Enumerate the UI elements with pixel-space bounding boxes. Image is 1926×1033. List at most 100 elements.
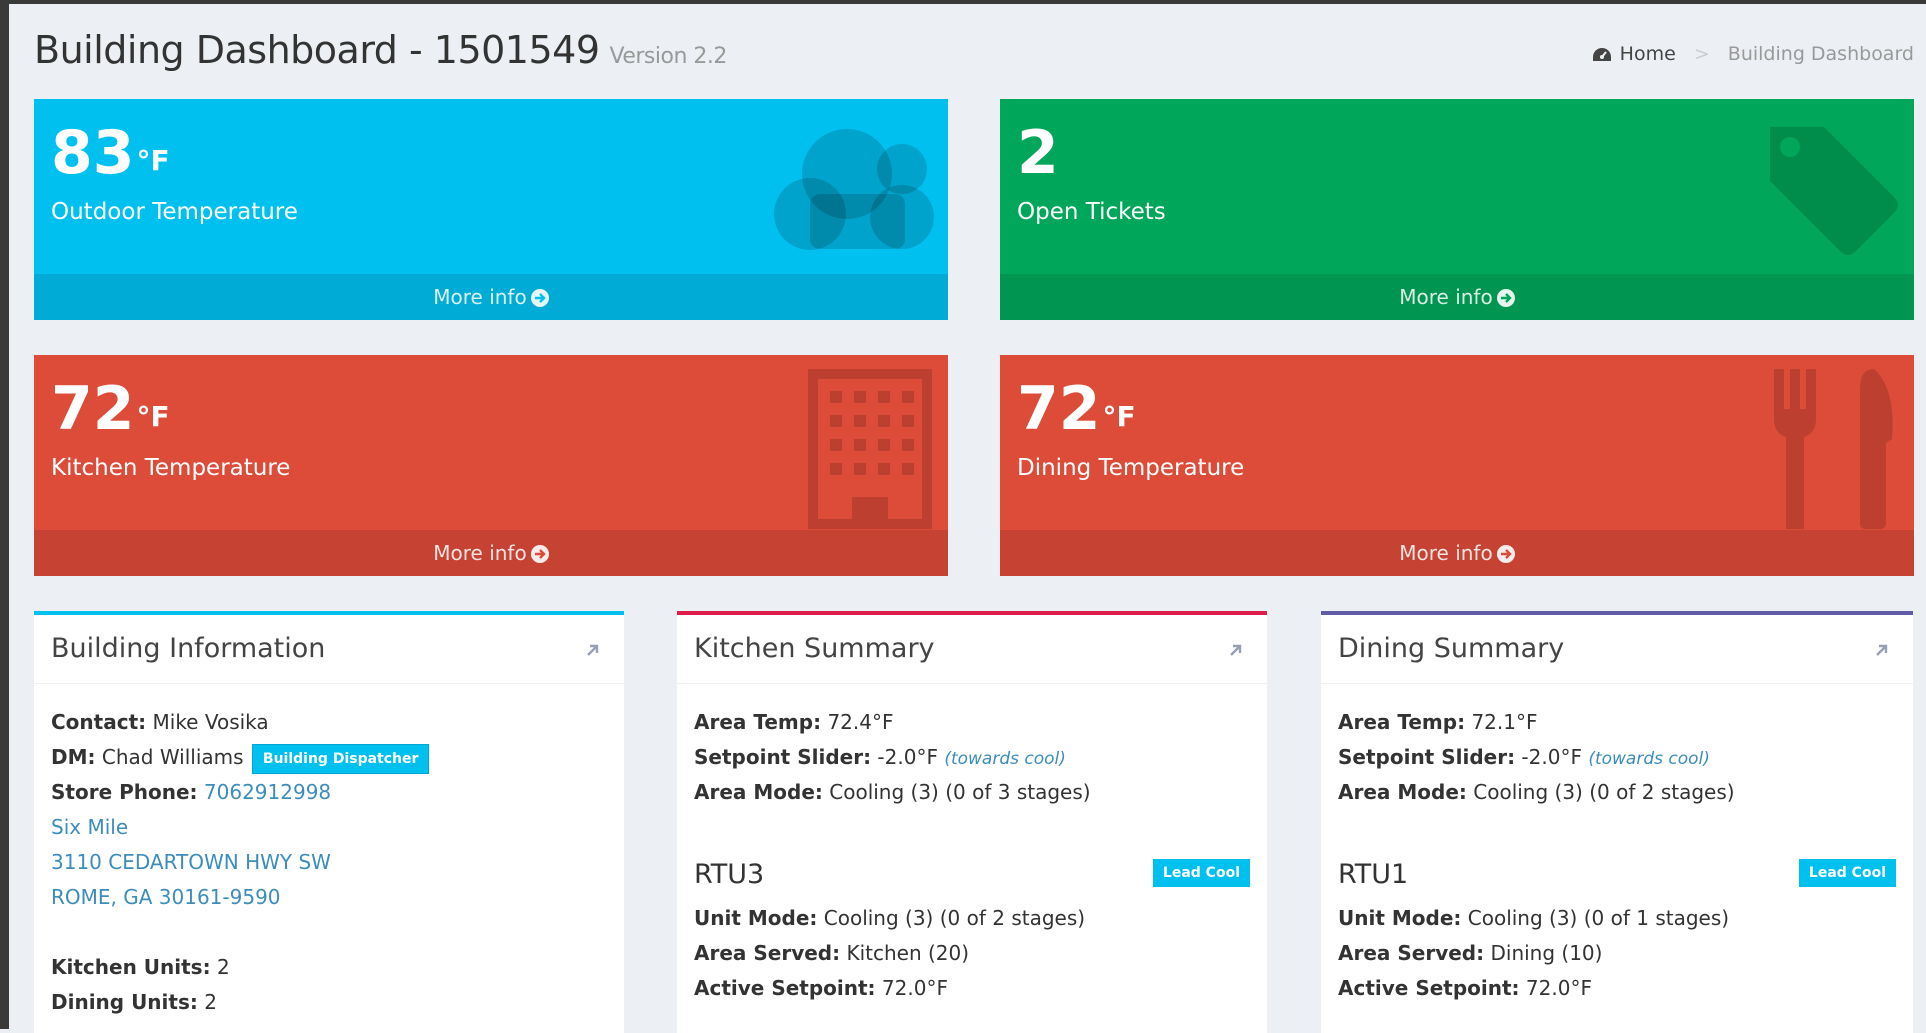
- more-info-link[interactable]: More info: [1000, 530, 1914, 576]
- more-info-link[interactable]: More info: [34, 274, 948, 320]
- setpoint-slider-value: -2.0°F: [1521, 745, 1582, 769]
- lead-cool-badge: Lead Cool: [1152, 859, 1250, 887]
- breadcrumb-separator: >: [1693, 42, 1710, 65]
- box-title: Kitchen Summary: [694, 633, 935, 664]
- area-temp-value: 72.1°F: [1471, 710, 1538, 734]
- version-label: Version 2.2: [609, 44, 728, 69]
- unit-mode-row: Unit Mode: Cooling (3) (0 of 1 stages): [1338, 906, 1730, 930]
- dm-row: DM: Chad Williams Building Dispatcher: [51, 740, 607, 775]
- window-frame-top: [0, 0, 1926, 4]
- unit-mode-value: Cooling (3) (0 of 2 stages): [823, 906, 1086, 930]
- active-setpoint-value: 72.0°F: [881, 976, 948, 1000]
- outdoor-temperature-tile: 83°F Outdoor Temperature More info: [34, 99, 948, 320]
- area-served-value: Dining (10): [1490, 941, 1603, 965]
- unit-header: RTU1 Lead Cool: [1338, 845, 1896, 901]
- tile-unit: °F: [136, 144, 170, 177]
- cloud-icon: [774, 129, 934, 250]
- setpoint-note: (towards cool): [944, 749, 1066, 769]
- tile-value: 2: [1017, 118, 1059, 188]
- area-temp-row: Area Temp: 72.4°F: [694, 710, 894, 734]
- breadcrumb-home-label: Home: [1619, 42, 1676, 65]
- tile-label: Dining Temperature: [1017, 455, 1245, 481]
- area-served-value: Kitchen (20): [846, 941, 970, 965]
- setpoint-note: (towards cool): [1588, 749, 1710, 769]
- area-temp-row: Area Temp: 72.1°F: [1338, 710, 1538, 734]
- address-line2-link[interactable]: ROME, GA 30161-9590: [51, 880, 607, 915]
- arrow-circle-right-icon: [530, 289, 549, 307]
- more-info-link[interactable]: More info: [34, 530, 948, 576]
- tile-value: 72°F: [1017, 374, 1136, 444]
- open-tickets-tile: 2 Open Tickets More info: [1000, 99, 1914, 320]
- tile-label: Outdoor Temperature: [51, 199, 298, 225]
- unit-title: RTU1: [1338, 859, 1409, 890]
- tile-unit: °F: [1102, 400, 1136, 433]
- area-mode-row: Area Mode: Cooling (3) (0 of 3 stages): [694, 780, 1091, 804]
- box-header: Kitchen Summary: [677, 615, 1267, 684]
- setpoint-slider-row: Setpoint Slider: -2.0°F (towards cool): [694, 745, 1066, 769]
- expand-icon[interactable]: [1229, 643, 1243, 657]
- area-temp-value: 72.4°F: [827, 710, 894, 734]
- box-header: Dining Summary: [1321, 615, 1913, 684]
- tile-value: 72°F: [51, 374, 170, 444]
- kitchen-temperature-tile: 72°F Kitchen Temperature More info: [34, 355, 948, 576]
- page-title-text: Building Dashboard - 1501549: [34, 28, 600, 72]
- tile-value: 83°F: [51, 118, 170, 188]
- dining-summary-box: Dining Summary Area Temp: 72.1°F Setpoin…: [1321, 611, 1913, 1033]
- building-icon: [808, 369, 932, 529]
- kitchen-summary-box: Kitchen Summary Area Temp: 72.4°F Setpoi…: [677, 611, 1267, 1033]
- box-body: Contact: Mike Vosika DM: Chad Williams B…: [51, 705, 607, 1020]
- setpoint-slider-value: -2.0°F: [877, 745, 938, 769]
- breadcrumb-home-link[interactable]: Home: [1592, 43, 1676, 65]
- kitchen-units-row: Kitchen Units: 2: [51, 955, 230, 979]
- contact-value: Mike Vosika: [152, 710, 269, 734]
- building-information-box: Building Information Contact: Mike Vosik…: [34, 611, 624, 1033]
- cutlery-icon: [1774, 369, 1893, 529]
- unit-mode-row: Unit Mode: Cooling (3) (0 of 2 stages): [694, 906, 1086, 930]
- kitchen-units-value: 2: [216, 955, 230, 979]
- tile-unit: °F: [136, 400, 170, 433]
- breadcrumb: Home > Building Dashboard: [1592, 42, 1914, 65]
- store-phone-link[interactable]: 7062912998: [204, 780, 331, 804]
- address-line1-link[interactable]: 3110 CEDARTOWN HWY SW: [51, 845, 607, 880]
- tile-label: Kitchen Temperature: [51, 455, 291, 481]
- more-info-link[interactable]: More info: [1000, 274, 1914, 320]
- unit-header: RTU3 Lead Cool: [694, 845, 1250, 901]
- unit-mode-value: Cooling (3) (0 of 1 stages): [1467, 906, 1730, 930]
- tile-label: Open Tickets: [1017, 199, 1166, 225]
- expand-icon[interactable]: [1875, 643, 1889, 657]
- active-setpoint-value: 72.0°F: [1525, 976, 1592, 1000]
- tag-icon: [1770, 127, 1898, 255]
- store-name-link[interactable]: Six Mile: [51, 810, 607, 845]
- page-title: Building Dashboard - 1501549 Version 2.2: [34, 28, 727, 72]
- area-mode-value: Cooling (3) (0 of 2 stages): [1473, 780, 1735, 804]
- area-mode-value: Cooling (3) (0 of 3 stages): [829, 780, 1091, 804]
- dining-units-row: Dining Units: 2: [51, 990, 217, 1014]
- box-title: Building Information: [51, 633, 326, 664]
- dining-units-value: 2: [204, 990, 217, 1014]
- content-header: Building Dashboard - 1501549 Version 2.2 …: [34, 24, 1914, 80]
- lead-cool-badge: Lead Cool: [1798, 859, 1896, 887]
- setpoint-slider-row: Setpoint Slider: -2.0°F (towards cool): [1338, 745, 1710, 769]
- active-setpoint-row: Active Setpoint: 72.0°F: [694, 976, 948, 1000]
- box-body: Area Temp: 72.1°F Setpoint Slider: -2.0°…: [1338, 705, 1896, 1006]
- box-header: Building Information: [34, 615, 624, 684]
- area-served-row: Area Served: Dining (10): [1338, 941, 1603, 965]
- unit-title: RTU3: [694, 859, 765, 890]
- window-frame-left: [0, 0, 9, 1029]
- store-phone-row: Store Phone: 7062912998: [51, 780, 332, 804]
- box-body: Area Temp: 72.4°F Setpoint Slider: -2.0°…: [694, 705, 1250, 1006]
- active-setpoint-row: Active Setpoint: 72.0°F: [1338, 976, 1592, 1000]
- area-served-row: Area Served: Kitchen (20): [694, 941, 970, 965]
- arrow-circle-right-icon: [1496, 545, 1515, 563]
- box-title: Dining Summary: [1338, 633, 1565, 664]
- arrow-circle-right-icon: [530, 545, 549, 563]
- area-mode-row: Area Mode: Cooling (3) (0 of 2 stages): [1338, 780, 1735, 804]
- building-dispatcher-badge: Building Dispatcher: [251, 743, 430, 774]
- breadcrumb-current: Building Dashboard: [1727, 42, 1914, 65]
- dm-value: Chad Williams: [101, 745, 244, 769]
- dashboard-icon: [1592, 47, 1611, 61]
- dining-temperature-tile: 72°F Dining Temperature More info: [1000, 355, 1914, 576]
- arrow-circle-right-icon: [1496, 289, 1515, 307]
- expand-icon[interactable]: [586, 643, 600, 657]
- contact-row: Contact: Mike Vosika: [51, 710, 269, 734]
